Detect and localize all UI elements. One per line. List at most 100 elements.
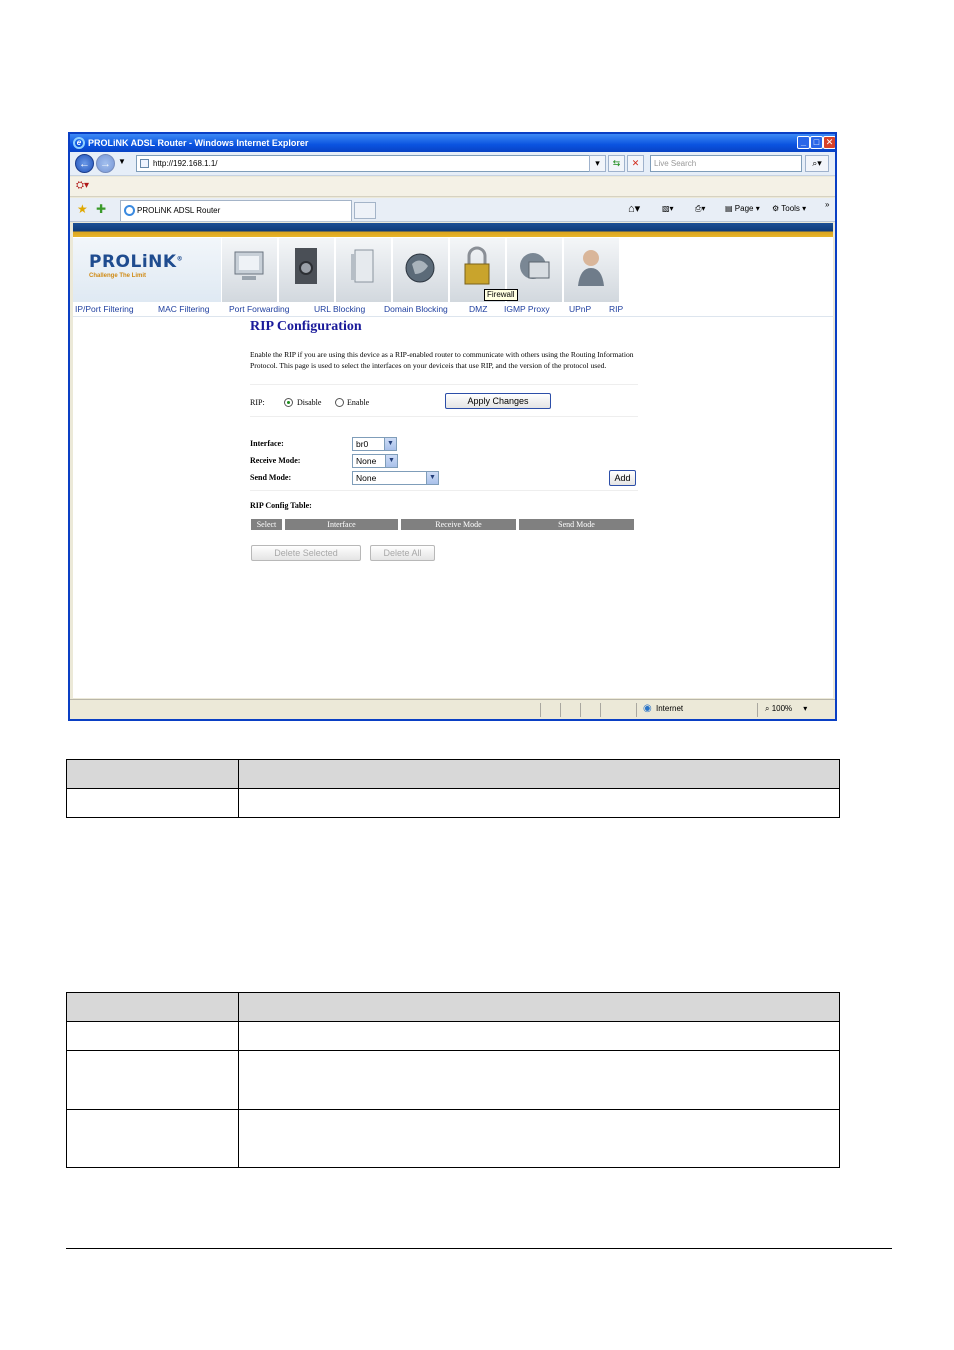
header-strip <box>73 223 833 237</box>
menu-port-forwarding[interactable]: Port Forwarding <box>229 304 289 314</box>
ie-logo-icon: e <box>73 137 85 149</box>
tab-bar: ★ ✚ PROLiNK ADSL Router ⌂▾ ▧▾ ⎙▾ ▤ Page … <box>70 198 835 222</box>
home-icon[interactable]: ⌂▾ <box>628 202 640 216</box>
zoom-value: 100% <box>771 704 793 713</box>
tools-menu-button[interactable]: ⚙ Tools ▾ <box>772 202 806 216</box>
search-icon[interactable]: ⌕▾ <box>805 155 829 172</box>
address-dropdown-icon[interactable]: ▾ <box>589 155 606 172</box>
firewall-tooltip: Firewall <box>484 289 518 301</box>
footer-rule <box>66 1248 892 1249</box>
page-description: Enable the RIP if you are using this dev… <box>250 350 634 370</box>
menu-upnp[interactable]: UPnP <box>569 304 591 314</box>
toolbar-addon-icon[interactable]: ⛭▾ <box>76 180 89 191</box>
send-mode-label: Send Mode: <box>250 473 292 482</box>
send-mode-value: None <box>356 473 377 483</box>
column-select: Select <box>251 519 282 530</box>
minimize-button[interactable]: _ <box>797 136 810 149</box>
divider <box>250 490 638 491</box>
tools-menu-label: Tools <box>781 204 800 213</box>
nav-status-icon[interactable] <box>221 238 277 302</box>
menu-ip-port-filtering[interactable]: IP/Port Filtering <box>75 304 134 314</box>
column-interface: Interface <box>285 519 398 530</box>
status-divider <box>757 703 758 717</box>
receive-mode-value: None <box>356 456 377 466</box>
page-icon <box>140 159 149 168</box>
menu-url-blocking[interactable]: URL Blocking <box>314 304 365 314</box>
menu-igmp-proxy[interactable]: IGMP Proxy <box>504 304 550 314</box>
feeds-icon[interactable]: ▧▾ <box>662 202 674 216</box>
address-bar-row: ← → ▼ http://192.168.1.1/ ▾ ⇆ ✕ Live Sea… <box>70 152 835 176</box>
logo-area: PROLiNK® Challenge The Limit <box>73 238 221 302</box>
brand-row: PROLiNK® Challenge The Limit Firewall <box>73 238 833 302</box>
table-header-row <box>66 759 840 789</box>
status-bar: ◉ Internet ⌕ 100% ▾ <box>70 699 835 719</box>
rip-label: RIP: <box>250 398 265 407</box>
interface-select[interactable]: br0 ▼ <box>352 437 397 451</box>
table-row <box>66 1109 840 1168</box>
rip-disable-radio[interactable] <box>284 398 293 407</box>
logo-tagline: Challenge The Limit <box>89 273 147 279</box>
links-bar: ⛭▾ <box>70 177 835 197</box>
divider <box>250 384 638 385</box>
rip-config-table-label: RIP Config Table: <box>250 501 312 510</box>
logo-mark: ® <box>176 255 184 263</box>
nav-user-icon[interactable] <box>563 238 619 302</box>
menu-mac-filtering[interactable]: MAC Filtering <box>158 304 209 314</box>
print-icon[interactable]: ⎙▾ <box>695 202 705 216</box>
send-mode-select[interactable]: None ▼ <box>352 471 439 485</box>
chevron-down-icon: ▼ <box>426 472 438 484</box>
menu-dmz[interactable]: DMZ <box>469 304 487 314</box>
column-send-mode: Send Mode <box>519 519 634 530</box>
table-row <box>66 1050 840 1110</box>
favorites-star-icon[interactable]: ★ <box>77 202 88 216</box>
page-menu-button[interactable]: ▤ Page ▾ <box>725 202 760 216</box>
security-zone: Internet <box>656 704 684 713</box>
interface-label: Interface: <box>250 439 284 448</box>
maximize-button[interactable]: □ <box>810 136 823 149</box>
delete-selected-button[interactable]: Delete Selected <box>251 545 361 561</box>
interface-value: br0 <box>356 439 369 449</box>
close-button[interactable]: ✕ <box>823 136 835 149</box>
browser-window: e PROLiNK ADSL Router - Windows Internet… <box>68 132 837 721</box>
delete-all-button[interactable]: Delete All <box>370 545 435 561</box>
field-table-1 <box>66 759 840 818</box>
internet-zone-icon: ◉ <box>643 703 652 714</box>
menu-domain-blocking[interactable]: Domain Blocking <box>384 304 448 314</box>
nav-service-icon[interactable] <box>392 238 448 302</box>
address-input[interactable]: http://192.168.1.1/ <box>136 155 606 172</box>
apply-changes-button[interactable]: Apply Changes <box>445 393 551 409</box>
page-title: RIP Configuration <box>250 319 362 334</box>
refresh-icon[interactable]: ⇆ <box>608 155 625 172</box>
new-tab-button[interactable] <box>354 202 376 219</box>
prolink-logo: PROLiNK® <box>89 252 183 272</box>
table-header-row <box>66 992 840 1022</box>
receive-mode-label: Receive Mode: <box>250 456 301 465</box>
rip-enable-label: Enable <box>347 398 370 407</box>
chevron-down-icon: ▼ <box>385 455 397 467</box>
stop-icon[interactable]: ✕ <box>627 155 644 172</box>
title-bar: e PROLiNK ADSL Router - Windows Internet… <box>70 134 835 152</box>
add-button[interactable]: Add <box>609 470 636 486</box>
firewall-submenu: IP/Port Filtering MAC Filtering Port For… <box>73 303 833 317</box>
receive-mode-select[interactable]: None ▼ <box>352 454 398 468</box>
chevron-down-icon: ▼ <box>384 438 396 450</box>
forward-button[interactable]: → <box>96 154 115 173</box>
add-favorite-icon[interactable]: ✚ <box>96 202 106 216</box>
search-input[interactable]: Live Search <box>650 155 802 172</box>
status-divider <box>560 703 561 717</box>
address-value: http://192.168.1.1/ <box>153 159 218 168</box>
more-commands-icon[interactable]: » <box>825 198 829 212</box>
status-divider <box>540 703 541 717</box>
divider <box>250 416 638 417</box>
nav-setup-icon[interactable] <box>278 238 334 302</box>
back-button[interactable]: ← <box>75 154 94 173</box>
menu-rip[interactable]: RIP <box>609 304 623 314</box>
nav-advanced-icon[interactable] <box>335 238 391 302</box>
history-dropdown-icon[interactable]: ▼ <box>118 157 126 166</box>
zoom-control[interactable]: ⌕ 100% ▾ <box>765 700 807 718</box>
browser-tab[interactable]: PROLiNK ADSL Router <box>120 200 352 221</box>
rip-disable-label: Disable <box>297 398 322 407</box>
rip-enable-radio[interactable] <box>335 398 344 407</box>
status-divider <box>580 703 581 717</box>
table-row <box>66 1021 840 1051</box>
